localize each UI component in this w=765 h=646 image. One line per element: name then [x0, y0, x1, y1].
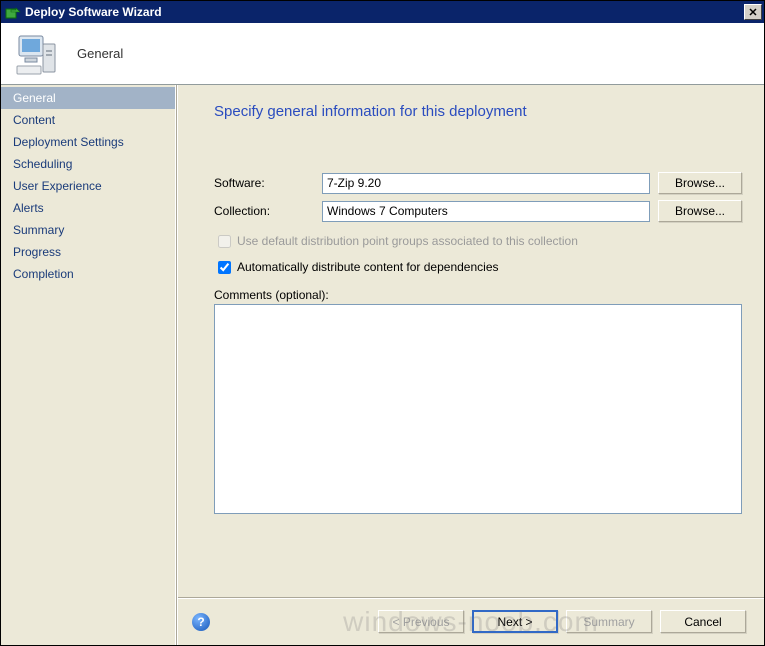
main-panel: Specify general information for this dep… [178, 85, 764, 645]
previous-button: < Previous [378, 610, 464, 633]
sidebar-item-scheduling[interactable]: Scheduling [1, 153, 175, 175]
page-heading: Specify general information for this dep… [214, 103, 742, 120]
next-button[interactable]: Next > [472, 610, 558, 633]
use-default-dp-label: Use default distribution point groups as… [237, 234, 578, 248]
help-icon[interactable]: ? [192, 613, 210, 631]
summary-button: Summary [566, 610, 652, 633]
collection-browse-button[interactable]: Browse... [658, 200, 742, 222]
window-title: Deploy Software Wizard [25, 5, 744, 19]
close-button[interactable]: ✕ [744, 4, 762, 20]
collection-row: Collection: Browse... [214, 200, 742, 222]
software-browse-button[interactable]: Browse... [658, 172, 742, 194]
software-field[interactable] [322, 173, 650, 194]
auto-distribute-row: Automatically distribute content for dep… [218, 260, 742, 274]
use-default-dp-row: Use default distribution point groups as… [218, 234, 742, 248]
auto-distribute-checkbox[interactable] [218, 261, 231, 274]
wizard-window: Deploy Software Wizard ✕ General General… [0, 0, 765, 646]
collection-field[interactable] [322, 201, 650, 222]
software-label: Software: [214, 176, 314, 190]
banner-title: General [77, 46, 123, 61]
banner: General [1, 23, 764, 85]
sidebar-item-user-experience[interactable]: User Experience [1, 175, 175, 197]
comments-textarea[interactable] [214, 304, 742, 514]
use-default-dp-checkbox [218, 235, 231, 248]
banner-computer-icon [13, 30, 61, 78]
app-icon [5, 4, 21, 20]
wizard-sidebar: GeneralContentDeployment SettingsSchedul… [1, 85, 176, 645]
cancel-button[interactable]: Cancel [660, 610, 746, 633]
software-row: Software: Browse... [214, 172, 742, 194]
sidebar-item-alerts[interactable]: Alerts [1, 197, 175, 219]
collection-label: Collection: [214, 204, 314, 218]
sidebar-item-completion[interactable]: Completion [1, 263, 175, 285]
auto-distribute-label: Automatically distribute content for dep… [237, 260, 499, 274]
sidebar-item-summary[interactable]: Summary [1, 219, 175, 241]
wizard-footer: ? windows-noob.com < Previous Next > Sum… [178, 597, 764, 645]
titlebar: Deploy Software Wizard ✕ [1, 1, 764, 23]
sidebar-item-progress[interactable]: Progress [1, 241, 175, 263]
body: GeneralContentDeployment SettingsSchedul… [1, 85, 764, 645]
sidebar-item-deployment-settings[interactable]: Deployment Settings [1, 131, 175, 153]
sidebar-item-content[interactable]: Content [1, 109, 175, 131]
comments-label: Comments (optional): [214, 288, 742, 302]
main-content: Specify general information for this dep… [178, 85, 764, 597]
sidebar-item-general[interactable]: General [1, 87, 175, 109]
